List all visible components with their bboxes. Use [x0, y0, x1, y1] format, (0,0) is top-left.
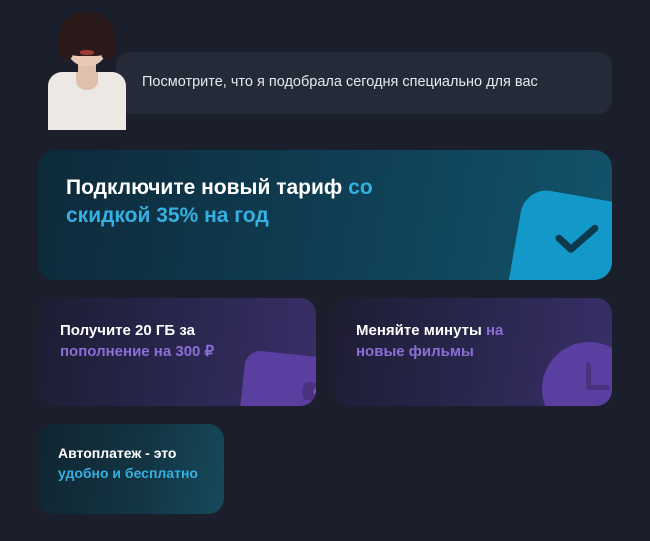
- wallet-icon: [238, 349, 316, 406]
- promo-card-autopay[interactable]: Автоплатеж - это удобно и бесплатно: [38, 424, 224, 514]
- promo-row: Получите 20 ГБ за пополнение на 300 ₽ Ме…: [38, 298, 612, 406]
- promo-card-autopay-title: Автоплатеж - это удобно и бесплатно: [58, 444, 204, 483]
- card0-accent: пополнение на 300 ₽: [60, 343, 214, 360]
- card0-plain: Получите 20 ГБ за: [60, 322, 195, 339]
- card1-plain: Меняйте минуты: [356, 322, 486, 339]
- promo-card-topup[interactable]: Получите 20 ГБ за пополнение на 300 ₽: [38, 298, 316, 406]
- promo-row-2: Автоплатеж - это удобно и бесплатно: [38, 424, 612, 514]
- card2-plain: Автоплатеж - это: [58, 445, 177, 461]
- clock-icon: [542, 342, 612, 406]
- promo-card-exchange-title: Меняйте минуты на новые фильмы: [356, 320, 526, 362]
- promo-card-exchange[interactable]: Меняйте минуты на новые фильмы: [334, 298, 612, 406]
- promo-main-plain: Подключите новый тариф: [66, 176, 348, 199]
- assistant-message-text: Посмотрите, что я подобрала сегодня спец…: [142, 74, 538, 90]
- promo-card-topup-title: Получите 20 ГБ за пополнение на 300 ₽: [60, 320, 230, 362]
- assistant-message-bubble: Посмотрите, что я подобрала сегодня спец…: [116, 52, 612, 114]
- promo-card-main-title: Подключите новый тариф со скидкой 35% на…: [66, 174, 406, 231]
- assistant-avatar: [38, 10, 136, 130]
- promo-card-main[interactable]: Подключите новый тариф со скидкой 35% на…: [38, 150, 612, 280]
- assistant-row: Посмотрите, что я подобрала сегодня спец…: [38, 10, 612, 130]
- checkmark-icon: [504, 186, 612, 280]
- card2-accent: удобно и бесплатно: [58, 465, 198, 481]
